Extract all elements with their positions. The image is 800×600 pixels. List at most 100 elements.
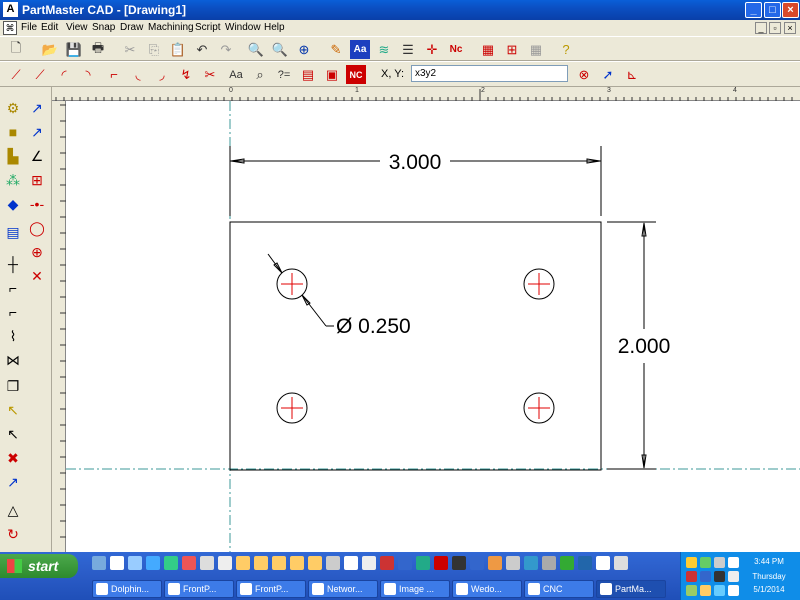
mdi-restore-button[interactable]: ▫: [769, 22, 781, 34]
offset-icon[interactable]: ↯: [176, 65, 196, 84]
quicklaunch-notes-icon[interactable]: [344, 556, 358, 570]
quicklaunch-green-icon[interactable]: [416, 556, 430, 570]
quicklaunch-grid-icon[interactable]: [506, 556, 520, 570]
layers-icon[interactable]: ≋: [374, 40, 394, 59]
task-button-frontpage-1[interactable]: FrontP...: [164, 580, 234, 598]
quicklaunch-pdf-icon[interactable]: [434, 556, 448, 570]
profile-icon[interactable]: ▙: [2, 145, 24, 167]
grid-off-icon[interactable]: ▦: [526, 40, 546, 59]
line-tool-icon[interactable]: ⟋: [6, 65, 26, 84]
center-mark-icon[interactable]: ✛: [422, 40, 442, 59]
menu-script[interactable]: Script: [195, 22, 221, 33]
corner-tool-icon[interactable]: ⌐: [104, 65, 124, 84]
quicklaunch-word-icon[interactable]: [470, 556, 484, 570]
menu-window[interactable]: Window: [225, 22, 261, 33]
mdi-close-button[interactable]: ×: [784, 22, 796, 34]
app-icon[interactable]: A: [3, 2, 18, 17]
delete-icon[interactable]: ✖: [2, 447, 24, 469]
task-button-image[interactable]: Image ...: [380, 580, 450, 598]
mdi-minimize-button[interactable]: _: [755, 22, 767, 34]
arc-tool-icon[interactable]: ◜: [54, 65, 74, 84]
arc-tangent-icon[interactable]: ◝: [78, 65, 98, 84]
quicklaunch-folder2-icon[interactable]: [254, 556, 268, 570]
tray-icon-7[interactable]: [714, 571, 725, 582]
task-button-partmaster[interactable]: PartMa...: [596, 580, 666, 598]
paste-icon[interactable]: 📋: [168, 40, 188, 59]
quicklaunch-folder3-icon[interactable]: [272, 556, 286, 570]
quicklaunch-app-icon[interactable]: [128, 556, 142, 570]
break-icon[interactable]: ⌐: [2, 301, 24, 323]
quicklaunch-desktop-icon[interactable]: [92, 556, 106, 570]
quicklaunch-red-icon[interactable]: [380, 556, 394, 570]
start-button[interactable]: start: [0, 554, 78, 578]
nc-code-icon[interactable]: Nc: [446, 40, 466, 59]
task-button-frontpage-2[interactable]: FrontP...: [236, 580, 306, 598]
hole-top-right[interactable]: [523, 268, 555, 300]
rotate-icon[interactable]: ↻: [2, 523, 24, 545]
parts-icon[interactable]: ⚙: [2, 97, 24, 119]
point-on-line-icon[interactable]: -•-: [26, 193, 48, 215]
tray-icon-11[interactable]: [714, 585, 725, 596]
maximize-button[interactable]: □: [764, 2, 781, 18]
chamfer-icon[interactable]: ◞: [152, 65, 172, 84]
hole-top-left[interactable]: [276, 268, 308, 300]
quicklaunch-speaker-icon[interactable]: [614, 556, 628, 570]
quicklaunch-chrome-icon[interactable]: [164, 556, 178, 570]
tray-icon-6[interactable]: [700, 571, 711, 582]
tray-icon-4[interactable]: [728, 557, 739, 568]
open-folder-icon[interactable]: 📂: [40, 40, 60, 59]
minimize-button[interactable]: _: [745, 2, 762, 18]
task-button-dolphin[interactable]: Dolphin...: [92, 580, 162, 598]
width-dimension-text[interactable]: 3.000: [389, 151, 442, 174]
menu-view[interactable]: View: [66, 22, 88, 33]
line-style-icon[interactable]: ☰: [398, 40, 418, 59]
select-arrow-icon[interactable]: ↖: [2, 423, 24, 445]
trim-icon[interactable]: ✂: [200, 65, 220, 84]
height-dimension-text[interactable]: 2.000: [618, 335, 671, 358]
tray-icon-1[interactable]: [686, 557, 697, 568]
quicklaunch-doc-icon[interactable]: [218, 556, 232, 570]
quicklaunch-disc-icon[interactable]: [326, 556, 340, 570]
close-button[interactable]: ×: [782, 2, 799, 18]
task-button-wedo[interactable]: Wedo...: [452, 580, 522, 598]
undo-icon[interactable]: ↶: [192, 40, 212, 59]
help-pointer-icon[interactable]: ?: [556, 40, 576, 59]
menu-snap[interactable]: Snap: [92, 22, 115, 33]
stock-icon[interactable]: ■: [2, 121, 24, 143]
new-file-icon[interactable]: 🗋: [6, 40, 26, 59]
tree-icon[interactable]: ⁂: [2, 169, 24, 191]
text-style-icon[interactable]: Aa: [350, 40, 370, 59]
pencil-icon[interactable]: ✎: [326, 40, 346, 59]
line-midpoint-icon[interactable]: ↗: [26, 121, 48, 143]
quicklaunch-arrow-icon[interactable]: [596, 556, 610, 570]
quicklaunch-net-icon[interactable]: [524, 556, 538, 570]
direction-icon[interactable]: ◆: [2, 193, 24, 215]
menu-draw[interactable]: Draw: [120, 22, 143, 33]
quicklaunch-explorer-icon[interactable]: [110, 556, 124, 570]
origin-target-icon[interactable]: ⊗: [574, 65, 594, 84]
quicklaunch-folder5-icon[interactable]: [308, 556, 322, 570]
quicklaunch-tool-icon[interactable]: [542, 556, 556, 570]
query-icon[interactable]: ?=: [274, 65, 294, 84]
circle-tool-icon[interactable]: ◯: [26, 217, 48, 239]
quicklaunch-firefox-icon[interactable]: [182, 556, 196, 570]
calendar-icon[interactable]: ▤: [298, 65, 318, 84]
task-button-network[interactable]: Networ...: [308, 580, 378, 598]
task-button-cnc[interactable]: CNC: [524, 580, 594, 598]
line-endpoint-icon[interactable]: ↗: [26, 97, 48, 119]
tray-icon-2[interactable]: [700, 557, 711, 568]
snap-arrow-icon[interactable]: ➚: [598, 65, 618, 84]
part-rectangle[interactable]: [229, 221, 602, 471]
quicklaunch-folder4-icon[interactable]: [290, 556, 304, 570]
tray-icon-3[interactable]: [714, 557, 725, 568]
line-angle-icon[interactable]: ⟋: [30, 65, 50, 84]
hatch-grid-icon[interactable]: ⊞: [26, 169, 48, 191]
mirror-icon[interactable]: ⋈: [2, 349, 24, 371]
zoom-out-icon[interactable]: 🔍: [270, 40, 290, 59]
measure-icon[interactable]: ⌕: [250, 65, 270, 84]
quicklaunch-save-icon[interactable]: [578, 556, 592, 570]
extend-icon[interactable]: ⌐: [2, 277, 24, 299]
tray-icon-9[interactable]: [686, 585, 697, 596]
tray-icon-5[interactable]: [686, 571, 697, 582]
print-icon[interactable]: 🖶: [88, 40, 108, 59]
